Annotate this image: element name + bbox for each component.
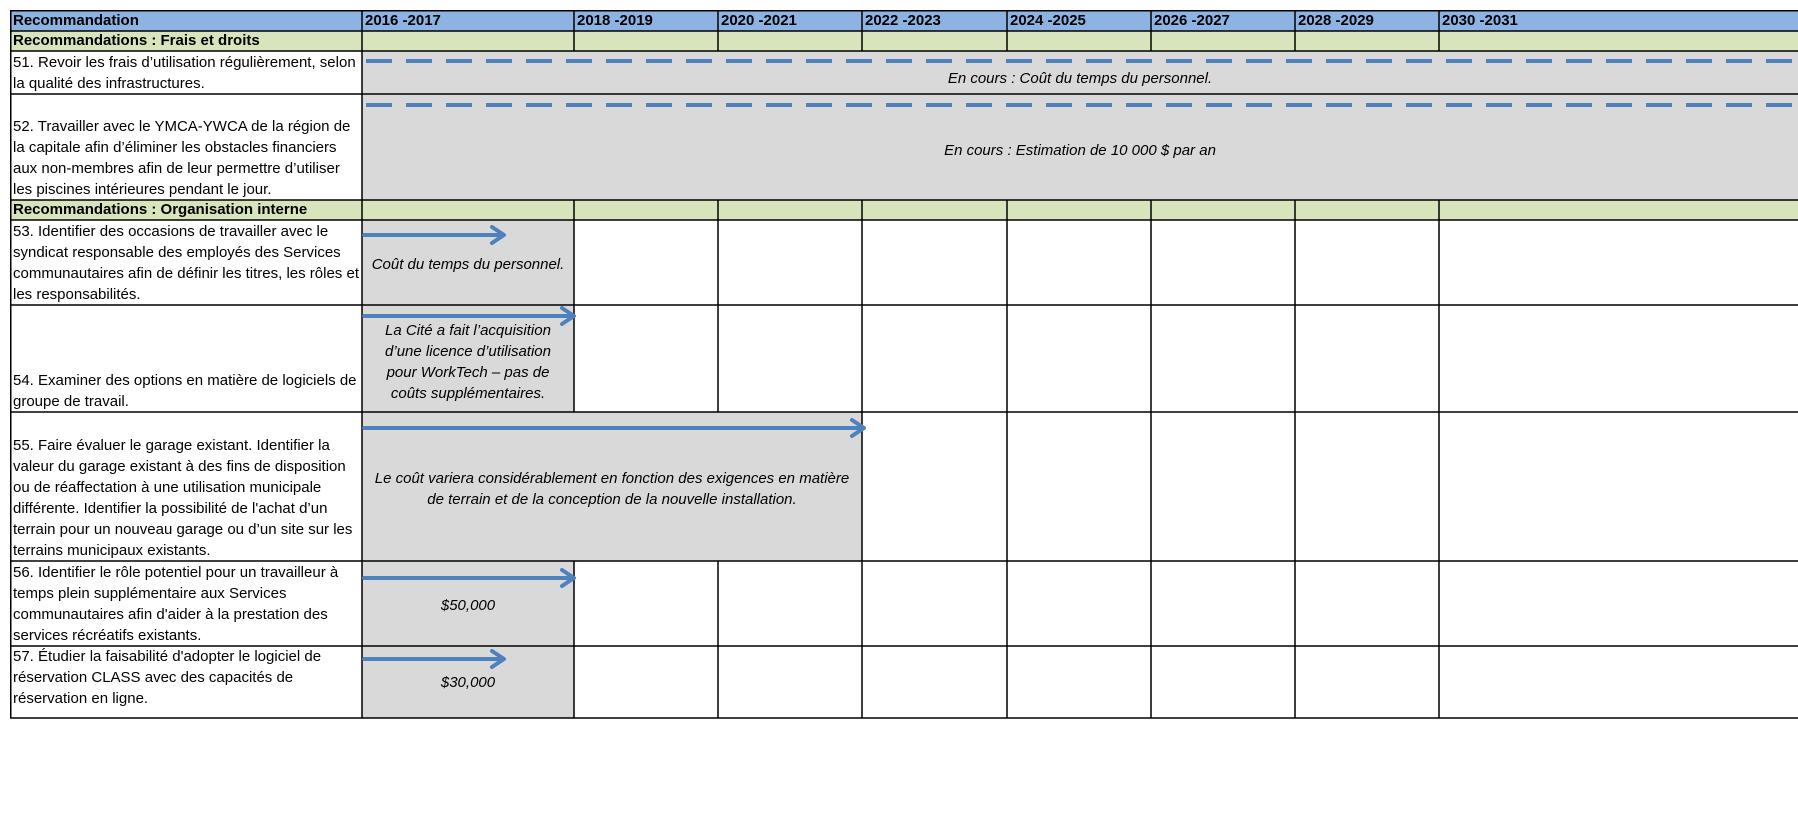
row-52-text: 52. Travailler avec le YMCA-YWCA de la r… [13, 118, 351, 198]
header-period: 2020 -2021 [718, 10, 862, 31]
row-51-note: En cours : Coût du temps du personnel. [362, 51, 1798, 94]
section-fill [362, 200, 1798, 220]
header-period: 2028 -2029 [1295, 10, 1439, 31]
row-56-text: 56. Identifier le rôle potentiel pour un… [13, 564, 339, 644]
row-54-text: 54. Examiner des options en matière de l… [13, 372, 357, 410]
recommendations-table: Recommandation 2016 -2017 2018 -2019 202… [10, 10, 1798, 821]
header-period: 2030 -2031 [1439, 10, 1798, 31]
header-period: 2024 -2025 [1007, 10, 1151, 31]
header-period: 2022 -2023 [862, 10, 1007, 31]
row-54-note: La Cité a fait l’acquisition d’une licen… [362, 305, 574, 412]
row-55-note: Le coût variera considérablement en fonc… [362, 412, 862, 561]
section-org-title: Recommandations : Organisation interne [10, 200, 362, 220]
header-recommendation: Recommandation [10, 10, 362, 31]
header-period: 2026 -2027 [1151, 10, 1295, 31]
row-57-note: $30,000 [362, 646, 574, 718]
row-53-note: Coût du temps du personnel. [362, 220, 574, 305]
section-fees-title: Recommandations : Frais et droits [10, 31, 362, 51]
header-period: 2016 -2017 [362, 10, 574, 31]
row-56-note: $50,000 [362, 561, 574, 646]
section-fill [362, 31, 1798, 51]
row-57-text: 57. Étudier la faisabilité d'adopter le … [13, 648, 322, 707]
row-51-text: 51. Revoir les frais d’utilisation régul… [13, 54, 356, 92]
row-53-text: 53. Identifier des occasions de travaill… [13, 223, 359, 303]
header-period: 2018 -2019 [574, 10, 718, 31]
row-52-note: En cours : Estimation de 10 000 $ par an [362, 94, 1798, 200]
row-55-text: 55. Faire évaluer le garage existant. Id… [13, 437, 353, 559]
